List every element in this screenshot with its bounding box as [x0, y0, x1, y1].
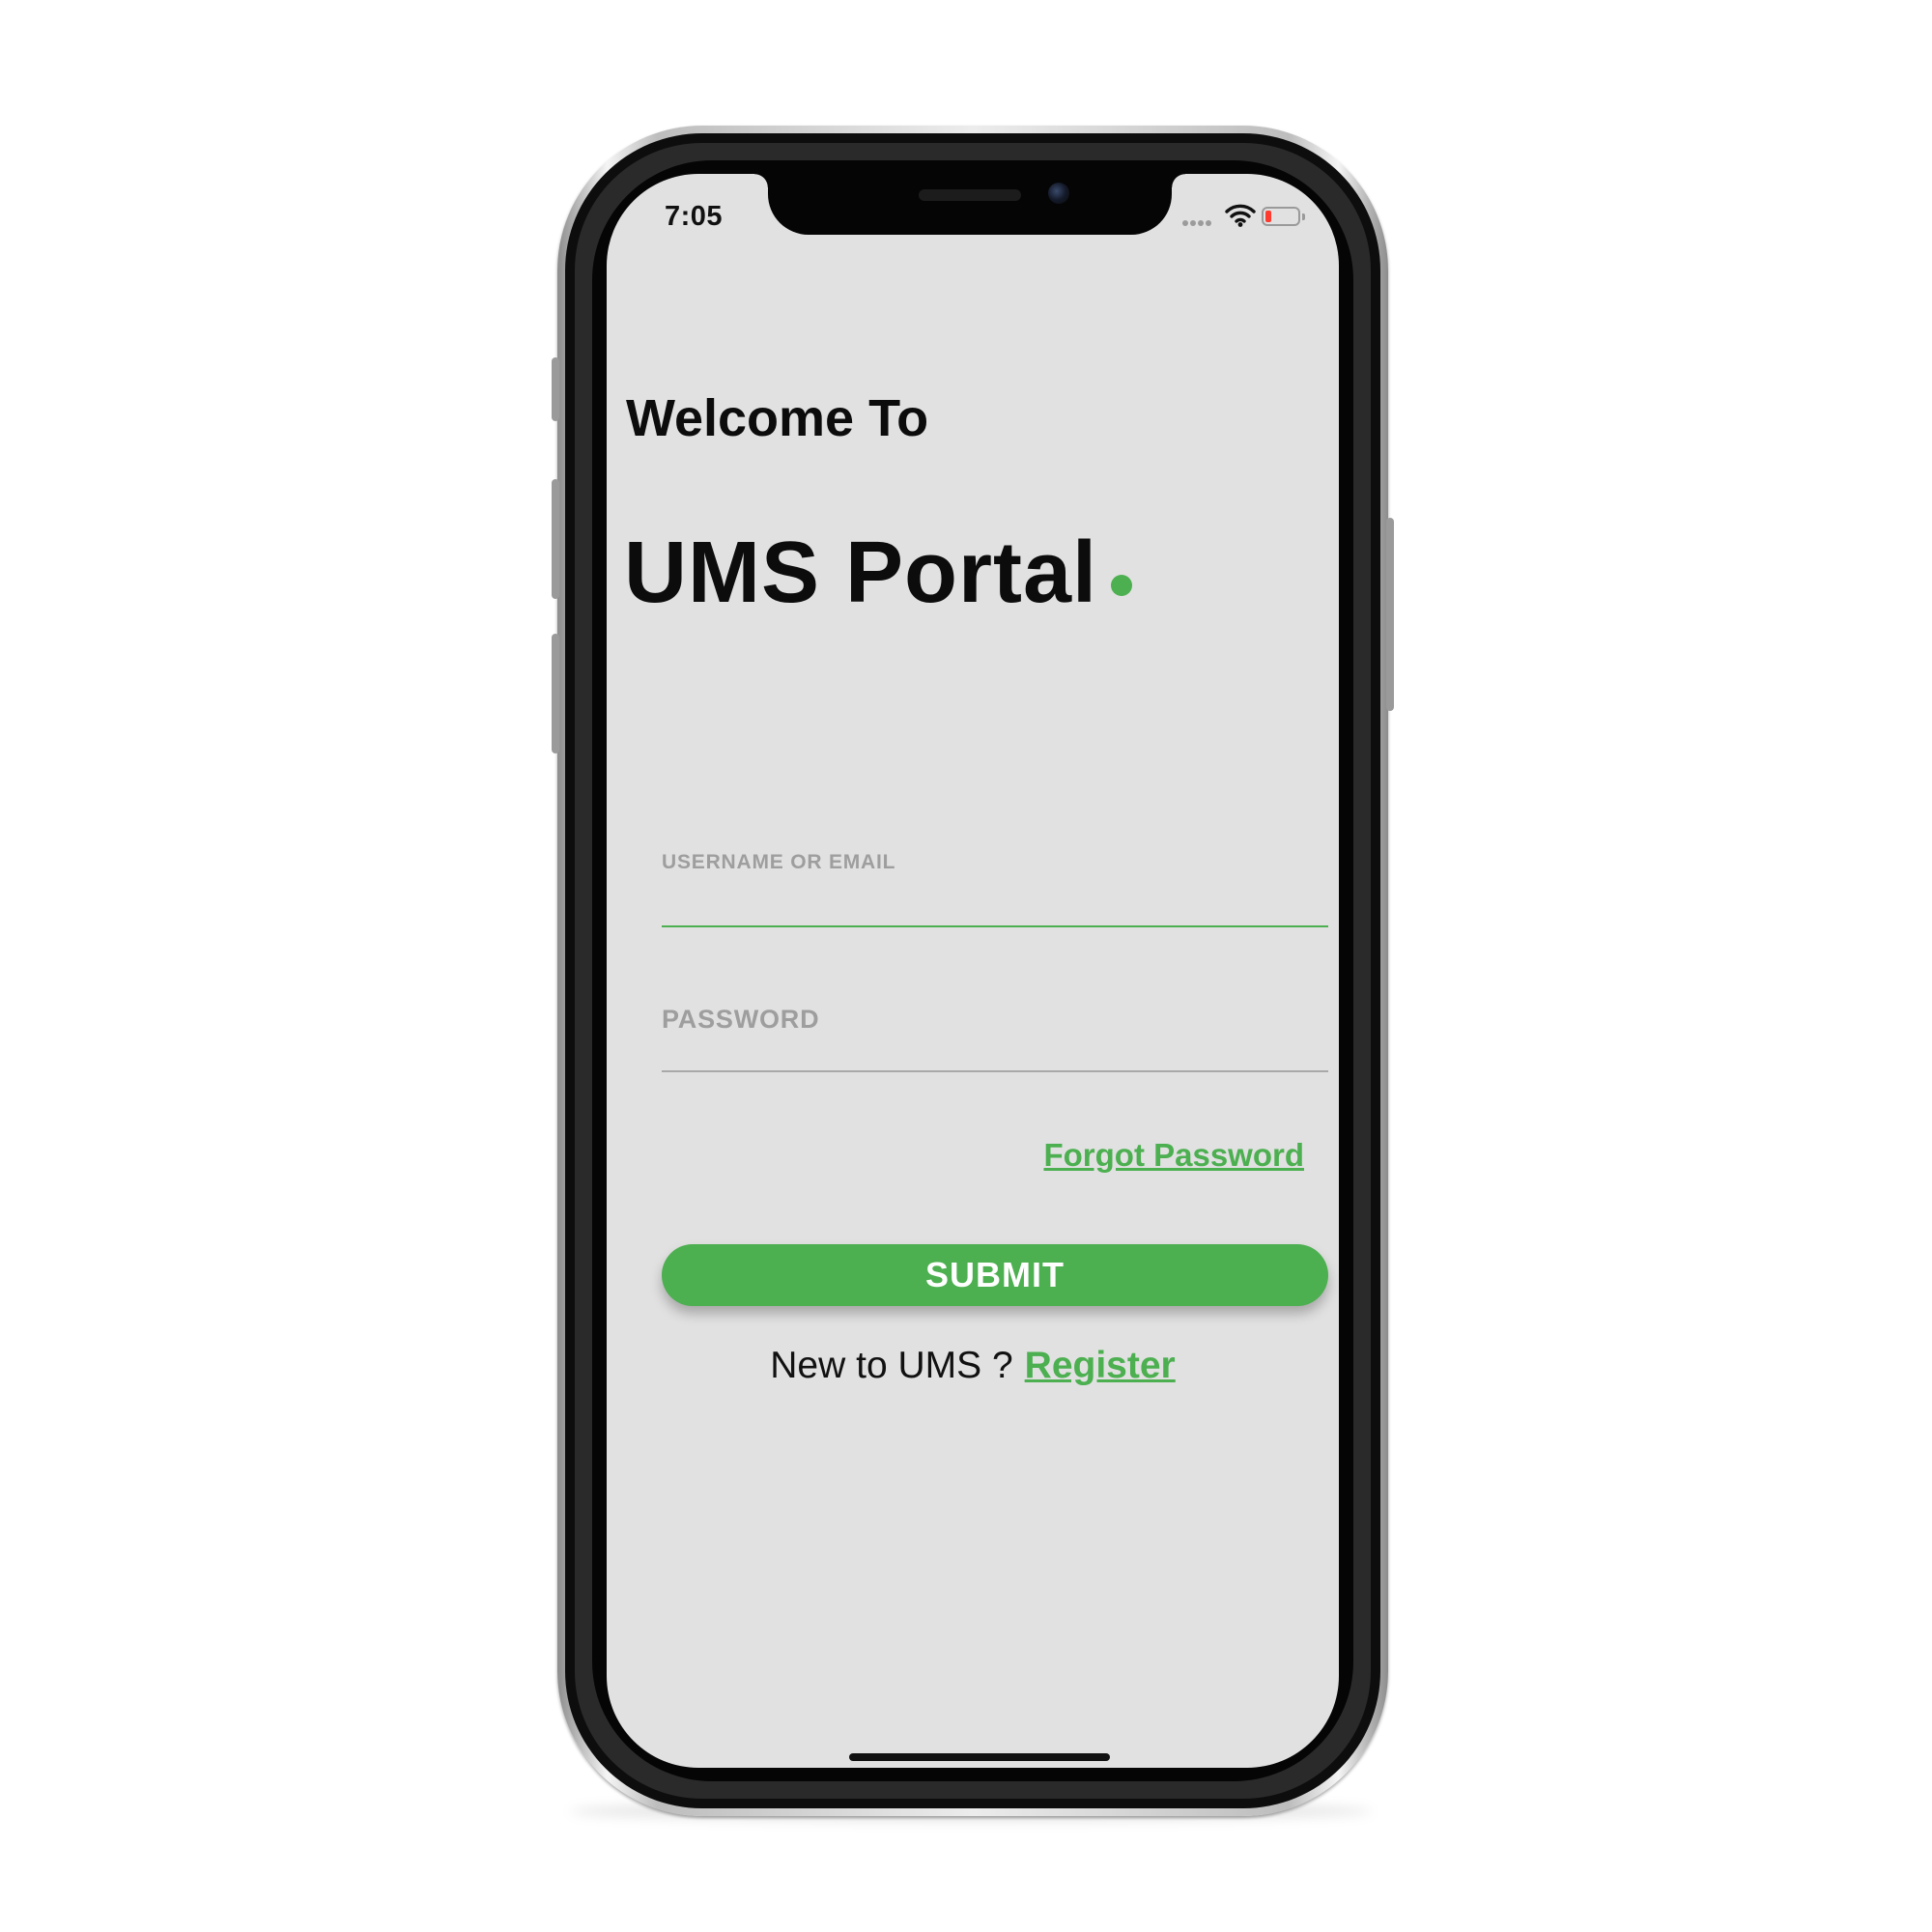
username-input[interactable] — [662, 887, 1328, 927]
status-time: 7:05 — [665, 201, 724, 232]
welcome-heading: Welcome To — [626, 389, 929, 447]
register-link[interactable]: Register — [1025, 1345, 1176, 1386]
notch — [754, 174, 1185, 235]
signal-dots-icon — [1182, 220, 1219, 228]
password-label: PASSWORD — [662, 1005, 820, 1034]
forgot-password-link[interactable]: Forgot Password — [1043, 1137, 1304, 1174]
app-title-text: UMS Portal — [624, 525, 1098, 621]
battery-level — [1265, 211, 1271, 222]
submit-button[interactable]: SUBMIT — [662, 1244, 1328, 1306]
register-row: New to UMS ? Register — [607, 1345, 1339, 1387]
home-indicator[interactable] — [849, 1753, 1110, 1761]
volume-up-button — [552, 479, 559, 599]
volume-down-button — [552, 634, 559, 753]
title-accent-dot — [1111, 575, 1133, 596]
battery-low-icon — [1262, 207, 1300, 226]
status-icons — [1182, 201, 1318, 236]
power-button — [1386, 518, 1394, 711]
speaker-grille — [919, 189, 1021, 201]
wifi-icon — [1225, 204, 1256, 227]
battery-cap — [1302, 213, 1305, 220]
username-label: USERNAME OR EMAIL — [662, 851, 896, 873]
password-input[interactable] — [662, 1032, 1328, 1072]
silent-switch — [552, 357, 559, 421]
front-camera-icon — [1048, 183, 1069, 204]
app-title: UMS Portal — [624, 524, 1133, 623]
register-prompt: New to UMS ? — [770, 1345, 1013, 1386]
phone-screen: 7:05 Welcome To UMS Portal USERNAME OR E… — [607, 174, 1339, 1768]
